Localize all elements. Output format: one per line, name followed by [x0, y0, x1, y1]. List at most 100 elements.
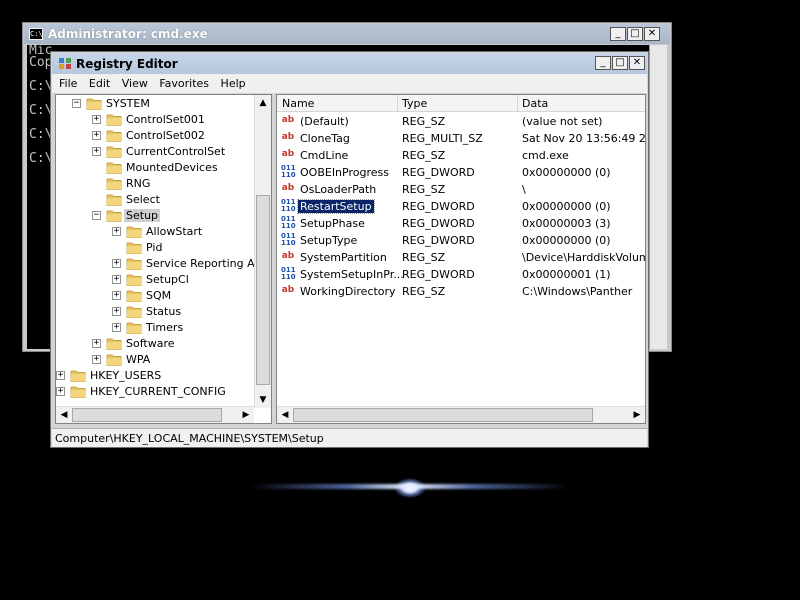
expand-icon[interactable]: +: [112, 291, 121, 300]
tree-node-controlset001[interactable]: + ControlSet001: [92, 112, 271, 128]
string-value-icon: ab: [281, 115, 295, 125]
expand-icon[interactable]: +: [92, 339, 101, 348]
value-type: REG_SZ: [402, 285, 446, 298]
folder-icon: [70, 370, 86, 382]
cmd-maximize-button[interactable]: □: [627, 27, 643, 41]
tree-node-status[interactable]: + Status: [112, 304, 271, 320]
menu-edit[interactable]: Edit: [81, 74, 110, 90]
list-horizontal-scrollbar[interactable]: ◀ ▶: [277, 406, 645, 423]
binary-value-icon: 011 110: [281, 164, 296, 179]
expand-icon[interactable]: +: [112, 307, 121, 316]
cmd-minimize-button[interactable]: _: [610, 27, 626, 41]
menu-view[interactable]: View: [114, 74, 148, 90]
scroll-left-arrow-icon[interactable]: ◀: [277, 407, 293, 423]
expand-icon[interactable]: +: [92, 115, 101, 124]
menu-file[interactable]: File: [52, 74, 77, 90]
expand-icon[interactable]: +: [112, 275, 121, 284]
binary-value-icon: 011 110: [281, 266, 296, 281]
tree-node-rng[interactable]: RNG: [92, 176, 271, 192]
tree-node-setup[interactable]: − Setup: [92, 208, 271, 224]
tree-node-system[interactable]: − SYSTEM: [72, 96, 271, 112]
value-name: CloneTag: [300, 132, 350, 145]
column-name-header[interactable]: Name: [282, 97, 314, 110]
tree-node-label: Timers: [146, 321, 184, 334]
column-separator[interactable]: [517, 95, 518, 112]
column-separator[interactable]: [397, 95, 398, 112]
value-row[interactable]: ab OsLoaderPath REG_SZ \: [277, 181, 645, 198]
value-data: C:\Windows\Panther: [522, 285, 633, 298]
tree-node-label: AllowStart: [146, 225, 203, 238]
value-name: WorkingDirectory: [300, 285, 396, 298]
expand-icon[interactable]: +: [92, 147, 101, 156]
value-row[interactable]: ab CloneTag REG_MULTI_SZ Sat Nov 20 13:56:4…: [277, 130, 646, 147]
value-row[interactable]: ab CmdLine REG_SZ cmd.exe: [277, 147, 645, 164]
value-name: SystemPartition: [300, 251, 387, 264]
scroll-up-arrow-icon[interactable]: ▲: [255, 95, 271, 111]
value-row[interactable]: 011 110 SetupPhase REG_DWORD 0x00000003 (3): [277, 215, 645, 232]
expand-icon[interactable]: +: [92, 131, 101, 140]
tree-node-service-reporting-api[interactable]: + Service Reporting API: [112, 256, 271, 272]
expand-icon[interactable]: +: [112, 227, 121, 236]
regedit-close-button[interactable]: ✕: [629, 56, 645, 70]
folder-open-icon: [106, 210, 122, 222]
expand-icon[interactable]: +: [56, 371, 65, 380]
tree-node-timers[interactable]: + Timers: [112, 320, 271, 336]
cmd-title-bar[interactable]: C:\ Administrator: cmd.exe _ □ ✕: [24, 24, 670, 44]
scroll-left-arrow-icon[interactable]: ◀: [56, 407, 72, 423]
menu-favorites[interactable]: Favorites: [151, 74, 209, 90]
regedit-minimize-button[interactable]: _: [595, 56, 611, 70]
value-name: OOBEInProgress: [300, 166, 389, 179]
folder-icon: [126, 258, 142, 270]
value-data: Sat Nov 20 13:56:49 2010: [522, 132, 646, 145]
string-value-icon: ab: [281, 132, 295, 142]
tree-node-software[interactable]: + Software: [92, 336, 271, 352]
tree-node-controlset002[interactable]: + ControlSet002: [92, 128, 271, 144]
tree-horizontal-scrollbar[interactable]: ◀ ▶: [56, 406, 254, 423]
tree-node-wpa[interactable]: + WPA: [92, 352, 271, 368]
cmd-close-button[interactable]: ✕: [644, 27, 660, 41]
value-row[interactable]: 011 110 SystemSetupInPr... REG_DWORD 0x0000…: [277, 266, 645, 283]
column-type-header[interactable]: Type: [402, 97, 427, 110]
value-row[interactable]: 011 110 OOBEInProgress REG_DWORD 0x00000000…: [277, 164, 645, 181]
value-data: 0x00000000 (0): [522, 166, 611, 179]
tree-node-allowstart[interactable]: + AllowStart: [112, 224, 271, 240]
expand-icon[interactable]: +: [92, 355, 101, 364]
value-row[interactable]: ab SystemPartition REG_SZ \Device\HarddiskV…: [277, 249, 645, 266]
regedit-maximize-button[interactable]: □: [612, 56, 628, 70]
collapse-icon[interactable]: −: [72, 99, 81, 108]
tree-node-pid[interactable]: Pid: [112, 240, 271, 256]
tree-scroll-thumb[interactable]: [256, 195, 270, 385]
value-row[interactable]: 011 110 SetupType REG_DWORD 0x00000000 (0): [277, 232, 645, 249]
value-row[interactable]: ab (Default) REG_SZ (value not set): [277, 113, 645, 130]
expand-icon[interactable]: +: [56, 387, 65, 396]
value-row[interactable]: 011 110 RestartSetup REG_DWORD 0x00000000 (…: [277, 198, 645, 215]
tree-node-hkey-users[interactable]: + HKEY_USERS: [56, 368, 256, 384]
tree-node-mounteddevices[interactable]: MountedDevices: [92, 160, 271, 176]
tree-hscroll-thumb[interactable]: [72, 408, 222, 422]
scroll-right-arrow-icon[interactable]: ▶: [238, 407, 254, 423]
registry-values-list[interactable]: Name Type Data ab (Default) REG_SZ (value n…: [276, 94, 646, 424]
registry-key-tree[interactable]: + HKEY_CURRENT_CONFIG + HKEY_USERS + WPA + Soft…: [55, 94, 272, 424]
expand-icon[interactable]: +: [112, 259, 121, 268]
tree-node-currentcontrolset[interactable]: + CurrentControlSet: [92, 144, 271, 160]
binary-value-icon: 011 110: [281, 232, 296, 247]
scroll-right-arrow-icon[interactable]: ▶: [629, 407, 645, 423]
scroll-down-arrow-icon[interactable]: ▼: [255, 392, 271, 408]
value-type: REG_SZ: [402, 251, 446, 264]
folder-icon: [106, 354, 122, 366]
cmd-scrollbar[interactable]: [649, 45, 667, 349]
tree-node-select[interactable]: Select: [92, 192, 271, 208]
column-data-header[interactable]: Data: [522, 97, 548, 110]
collapse-icon[interactable]: −: [92, 211, 101, 220]
folder-icon: [70, 386, 86, 398]
tree-node-sqm[interactable]: + SQM: [112, 288, 271, 304]
registry-editor-window: Registry Editor _ □ ✕ File Edit View Fav…: [50, 51, 649, 448]
value-row[interactable]: ab WorkingDirectory REG_SZ C:\Windows\Panth…: [277, 283, 645, 300]
tree-vertical-scrollbar[interactable]: ▲ ▼: [254, 95, 271, 408]
regedit-title-bar[interactable]: Registry Editor _ □ ✕: [52, 53, 647, 74]
menu-help[interactable]: Help: [213, 74, 246, 90]
tree-node-setupcl[interactable]: + SetupCl: [112, 272, 271, 288]
tree-node-hkey-current-config[interactable]: + HKEY_CURRENT_CONFIG: [56, 384, 256, 400]
expand-icon[interactable]: +: [112, 323, 121, 332]
list-hscroll-thumb[interactable]: [293, 408, 593, 422]
